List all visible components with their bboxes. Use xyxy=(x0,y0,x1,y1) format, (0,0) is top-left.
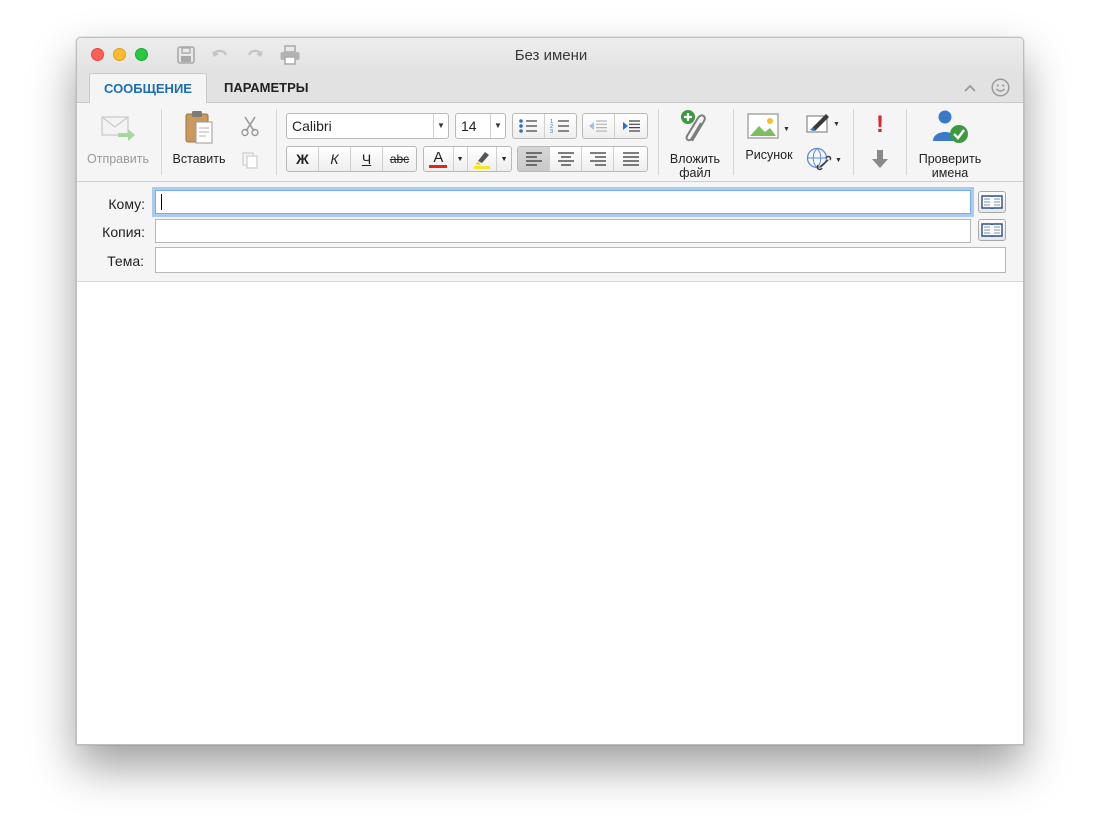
list-buttons: 123 xyxy=(512,113,577,139)
ribbon-separator xyxy=(658,109,659,175)
highlight-icon[interactable] xyxy=(468,147,498,171)
ribbon-separator xyxy=(161,109,162,175)
check-names-button[interactable]: Проверить имена xyxy=(911,109,989,180)
font-size-value: 14 xyxy=(461,118,477,134)
align-right-icon[interactable] xyxy=(582,147,614,171)
alignment-buttons xyxy=(517,146,648,172)
font-size-select[interactable]: 14 ▼ xyxy=(455,113,506,139)
highlight-dropdown-icon[interactable]: ▼ xyxy=(497,147,511,171)
bold-button[interactable]: Ж xyxy=(287,147,319,171)
tab-options[interactable]: ПАРАМЕТРЫ xyxy=(210,73,323,103)
collapse-ribbon-icon[interactable] xyxy=(963,81,977,95)
ribbon-separator xyxy=(276,109,277,175)
font-name-value: Calibri xyxy=(292,118,332,134)
svg-text:▼: ▼ xyxy=(783,126,790,133)
send-icon xyxy=(100,113,136,148)
svg-text:▼: ▼ xyxy=(835,157,842,164)
ribbon-separator xyxy=(906,109,907,175)
picture-button[interactable]: ▼ Рисунок xyxy=(739,113,799,162)
subject-field[interactable] xyxy=(155,247,1006,273)
address-header: Кому: Копия: Тема: xyxy=(77,182,1023,282)
attach-file-button[interactable]: Вложить файл xyxy=(662,109,728,180)
svg-text:3: 3 xyxy=(550,129,553,134)
strikethrough-button[interactable]: abc xyxy=(383,147,416,171)
paste-label: Вставить xyxy=(172,152,226,166)
font-color-button[interactable]: A xyxy=(424,147,454,171)
ribbon: Отправить Вставить Calibri ▼ 14 ▼ 1 2 3 … xyxy=(77,103,1023,182)
window-title: Без имени xyxy=(514,47,588,64)
cut-icon[interactable] xyxy=(239,115,261,137)
picture-icon: ▼ xyxy=(747,113,791,144)
clipboard-icon xyxy=(183,109,215,148)
attach-file-label: Вложить файл xyxy=(669,152,721,180)
send-label: Отправить xyxy=(87,152,149,166)
font-color-letter: A xyxy=(433,149,444,166)
ribbon-separator xyxy=(853,109,854,175)
to-label: Кому: xyxy=(108,196,145,212)
font-color-dropdown-icon[interactable]: ▼ xyxy=(454,147,468,171)
font-name-select[interactable]: Calibri ▼ xyxy=(286,113,449,139)
svg-text:▼: ▼ xyxy=(833,121,840,128)
font-size-dropdown-icon[interactable]: ▼ xyxy=(490,114,505,138)
bullet-list-icon[interactable] xyxy=(513,114,545,138)
low-importance-icon[interactable] xyxy=(871,149,889,169)
title-bar: Без имени xyxy=(77,38,1023,73)
numbered-list-icon[interactable]: 123 xyxy=(545,114,576,138)
increase-indent-icon[interactable] xyxy=(615,114,647,138)
check-names-icon xyxy=(931,109,969,148)
high-importance-button[interactable]: ! xyxy=(869,113,891,137)
ribbon-tabs: СООБЩЕНИЕ ПАРАМЕТРЫ xyxy=(77,73,1023,104)
ribbon-separator xyxy=(733,109,734,175)
indent-buttons xyxy=(582,113,648,139)
font-style-buttons: Ж К Ч abc xyxy=(286,146,417,172)
text-caret xyxy=(161,194,162,210)
cc-label: Копия: xyxy=(102,224,145,240)
cc-field[interactable] xyxy=(155,219,971,243)
hyperlink-icon[interactable]: ▼ xyxy=(804,147,844,171)
paste-button[interactable]: Вставить xyxy=(167,109,231,166)
align-left-icon[interactable] xyxy=(518,147,550,171)
subject-label: Тема: xyxy=(107,253,144,269)
message-body[interactable] xyxy=(77,283,1023,744)
send-button[interactable]: Отправить xyxy=(85,113,151,166)
font-color-swatch xyxy=(429,165,448,168)
to-field[interactable] xyxy=(155,190,971,214)
paperclip-icon xyxy=(678,109,712,148)
signature-icon[interactable]: ▼ xyxy=(804,112,844,134)
check-names-label: Проверить имена xyxy=(918,152,982,180)
italic-button[interactable]: К xyxy=(319,147,351,171)
address-book-icon[interactable] xyxy=(978,191,1006,213)
decrease-indent-icon[interactable] xyxy=(583,114,615,138)
tab-message[interactable]: СООБЩЕНИЕ xyxy=(89,73,207,104)
font-name-dropdown-icon[interactable]: ▼ xyxy=(433,114,448,138)
address-book-icon[interactable] xyxy=(978,219,1006,241)
align-center-icon[interactable] xyxy=(550,147,582,171)
picture-label: Рисунок xyxy=(745,148,793,162)
underline-button[interactable]: Ч xyxy=(351,147,383,171)
color-buttons: A ▼ ▼ xyxy=(423,146,512,172)
compose-window: Без имени СООБЩЕНИЕ ПАРАМЕТРЫ Отправить … xyxy=(76,37,1024,745)
copy-icon[interactable] xyxy=(240,151,260,169)
feedback-smiley-icon[interactable] xyxy=(991,78,1010,97)
justify-icon[interactable] xyxy=(614,147,647,171)
